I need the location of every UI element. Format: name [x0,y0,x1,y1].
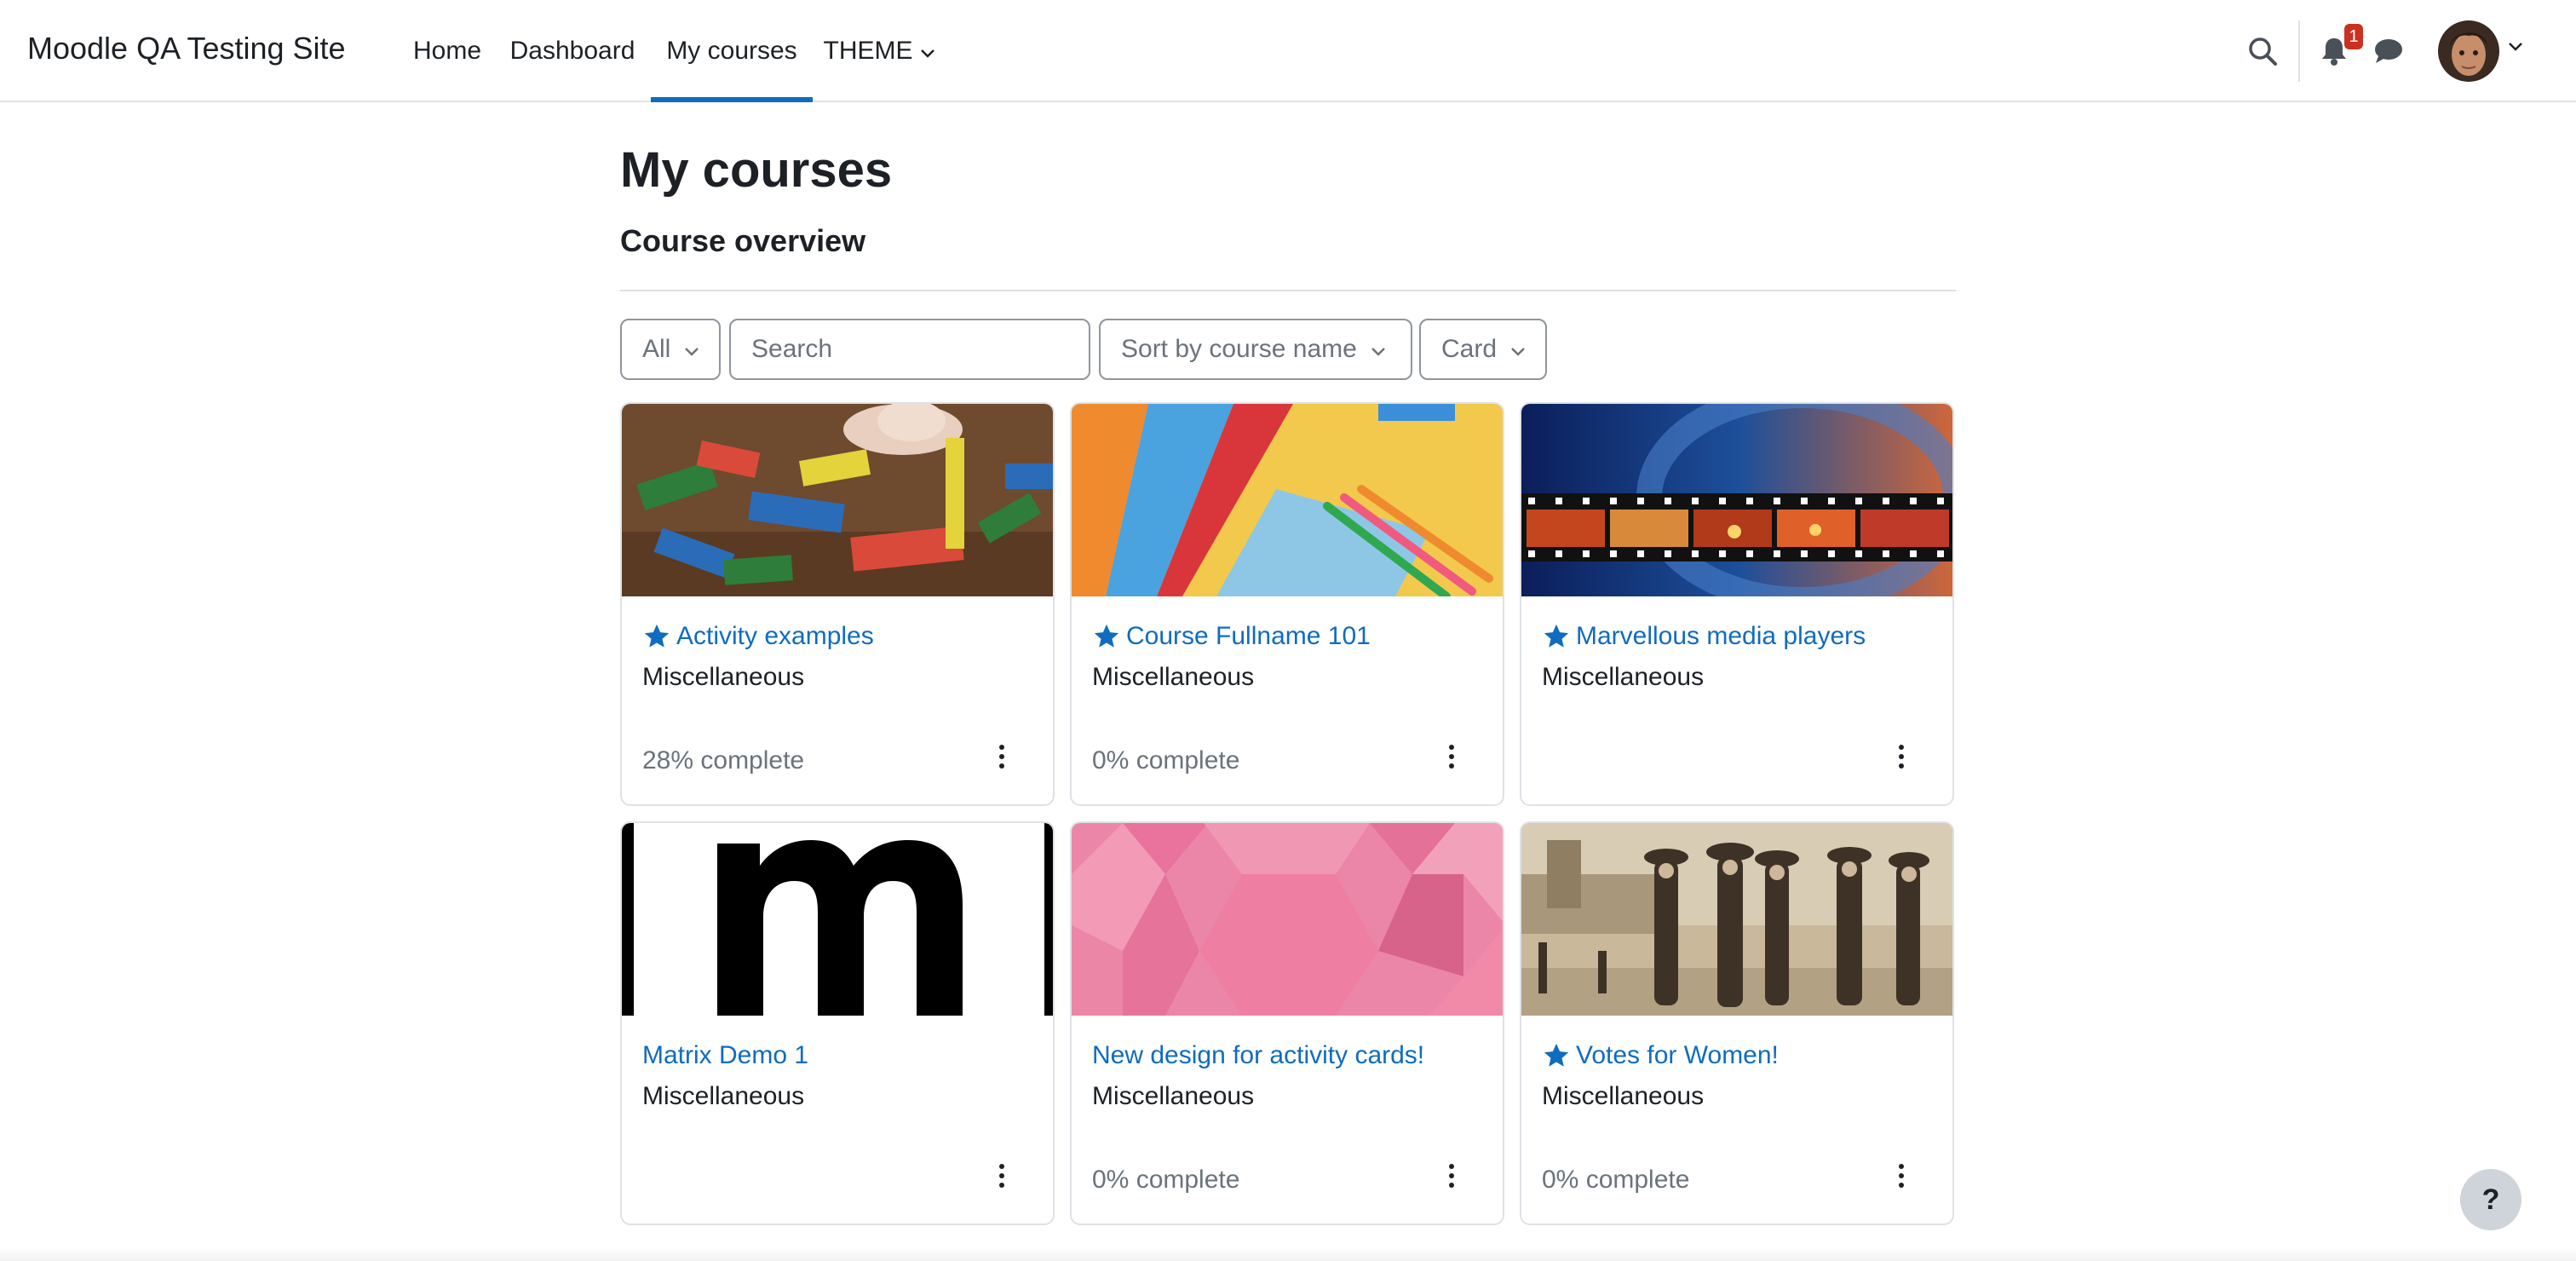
course-card: Marvellous media players Miscellaneous [1520,402,1954,806]
course-category: Miscellaneous [1542,1082,1705,1110]
course-image[interactable] [1072,404,1503,596]
course-actions-menu-icon[interactable] [992,740,1012,774]
course-category: Miscellaneous [1092,663,1255,691]
footer-edge [0,1247,2576,1261]
course-category: Miscellaneous [1542,663,1705,691]
site-name[interactable]: Moodle QA Testing Site [27,31,346,66]
course-actions-menu-icon[interactable] [992,1159,1012,1193]
notification-count-badge: 1 [2344,24,2363,49]
course-name-link[interactable]: Matrix Demo 1 [642,1041,808,1070]
view-mode-label: Card [1441,335,1498,363]
sort-dropdown[interactable]: Sort by course name [1099,319,1412,380]
grouping-filter-dropdown[interactable]: All [620,319,721,380]
nav-home[interactable]: Home [400,0,494,102]
course-overview-heading: Course overview [620,223,866,258]
course-actions-menu-icon[interactable] [1891,740,1912,774]
course-actions-menu-icon[interactable] [1891,1159,1912,1193]
message-icon[interactable] [2372,34,2406,68]
course-progress: 28% complete [642,746,805,774]
course-progress: 0% complete [1542,1166,1690,1194]
grouping-filter-label: All [642,335,671,363]
star-icon [1542,622,1571,651]
course-name-link[interactable]: New design for activity cards! [1092,1041,1424,1070]
course-name: Matrix Demo 1 [642,1041,809,1069]
course-progress: 0% complete [1092,746,1240,774]
course-name: Marvellous media players [1576,622,1866,650]
course-name-link[interactable]: Votes for Women! [1542,1041,1779,1070]
course-card: Matrix Demo 1 Miscellaneous [620,821,1055,1225]
course-name: Votes for Women! [1576,1041,1779,1069]
course-image[interactable] [622,404,1053,596]
sort-label: Sort by course name [1121,335,1357,363]
help-button[interactable]: ? [2460,1169,2521,1230]
nav-theme-menu[interactable]: THEME [819,0,939,102]
page-title: My courses [620,142,893,198]
top-navbar: Moodle QA Testing Site Home Dashboard My… [0,0,2576,102]
course-card: New design for activity cards! Miscellan… [1070,821,1504,1225]
star-icon [1542,1041,1571,1070]
course-card: Activity examples Miscellaneous 28% comp… [620,402,1055,806]
course-actions-menu-icon[interactable] [1441,740,1462,774]
user-menu-chevron-down-icon[interactable] [2508,41,2523,56]
course-category: Miscellaneous [642,1082,805,1110]
course-image[interactable] [1072,823,1503,1016]
course-image[interactable] [622,823,1053,1016]
course-name: New design for activity cards! [1092,1041,1425,1069]
chevron-down-icon [684,335,699,364]
course-image[interactable] [1521,823,1952,1016]
view-mode-dropdown[interactable]: Card [1419,319,1547,380]
course-search-input[interactable] [751,335,1068,364]
star-icon [1092,622,1121,651]
course-search-field[interactable] [729,319,1090,380]
course-category: Miscellaneous [642,663,805,691]
section-divider [620,290,1956,291]
chevron-down-icon [1371,335,1386,364]
nav-my-courses[interactable]: My courses [651,0,813,102]
nav-dashboard[interactable]: Dashboard [500,0,645,102]
search-icon[interactable] [2245,34,2280,68]
course-category: Miscellaneous [1092,1082,1255,1110]
chevron-down-icon [920,37,935,66]
user-avatar[interactable] [2438,20,2499,82]
course-name: Activity examples [676,622,874,650]
course-name: Course Fullname 101 [1126,622,1371,650]
course-name-link[interactable]: Activity examples [642,622,874,651]
navbar-divider [2298,20,2300,82]
course-image[interactable] [1521,404,1952,596]
nav-theme-label: THEME [823,37,913,65]
star-icon [642,622,671,651]
chevron-down-icon [1510,335,1526,364]
course-progress: 0% complete [1092,1166,1240,1194]
course-name-link[interactable]: Marvellous media players [1542,622,1866,651]
course-actions-menu-icon[interactable] [1441,1159,1462,1193]
course-name-link[interactable]: Course Fullname 101 [1092,622,1371,651]
course-card: Course Fullname 101 Miscellaneous 0% com… [1070,402,1504,806]
course-card: Votes for Women! Miscellaneous 0% comple… [1520,821,1954,1225]
